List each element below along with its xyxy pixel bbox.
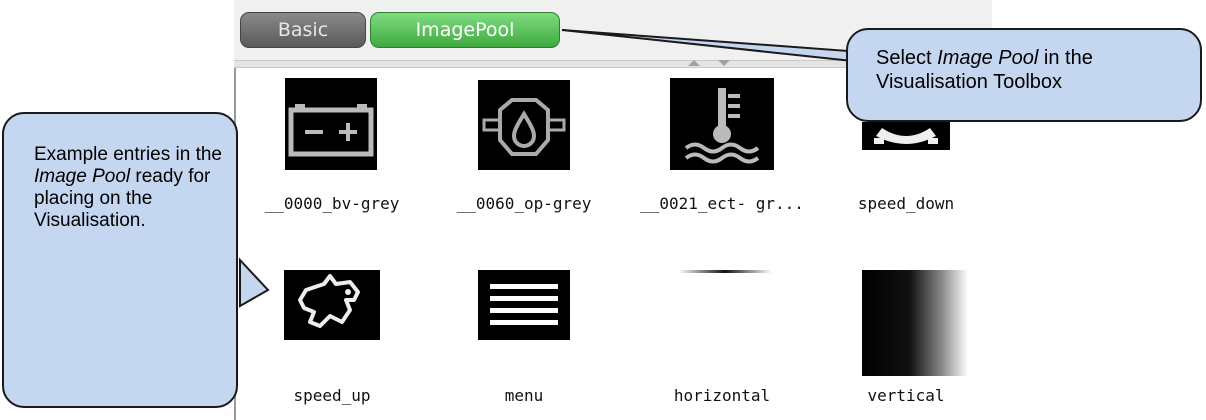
callout-text: Example entries in the xyxy=(34,144,222,165)
callout-select-image-pool: Select Image Pool in the Visualisation T… xyxy=(846,28,1202,122)
callout-emphasis: Image Pool xyxy=(34,166,131,187)
callout-text: Select xyxy=(876,47,938,69)
callout-emphasis: Image Pool xyxy=(937,47,1039,69)
callout-example-entries: Example entries in the Image Pool ready … xyxy=(2,112,238,408)
